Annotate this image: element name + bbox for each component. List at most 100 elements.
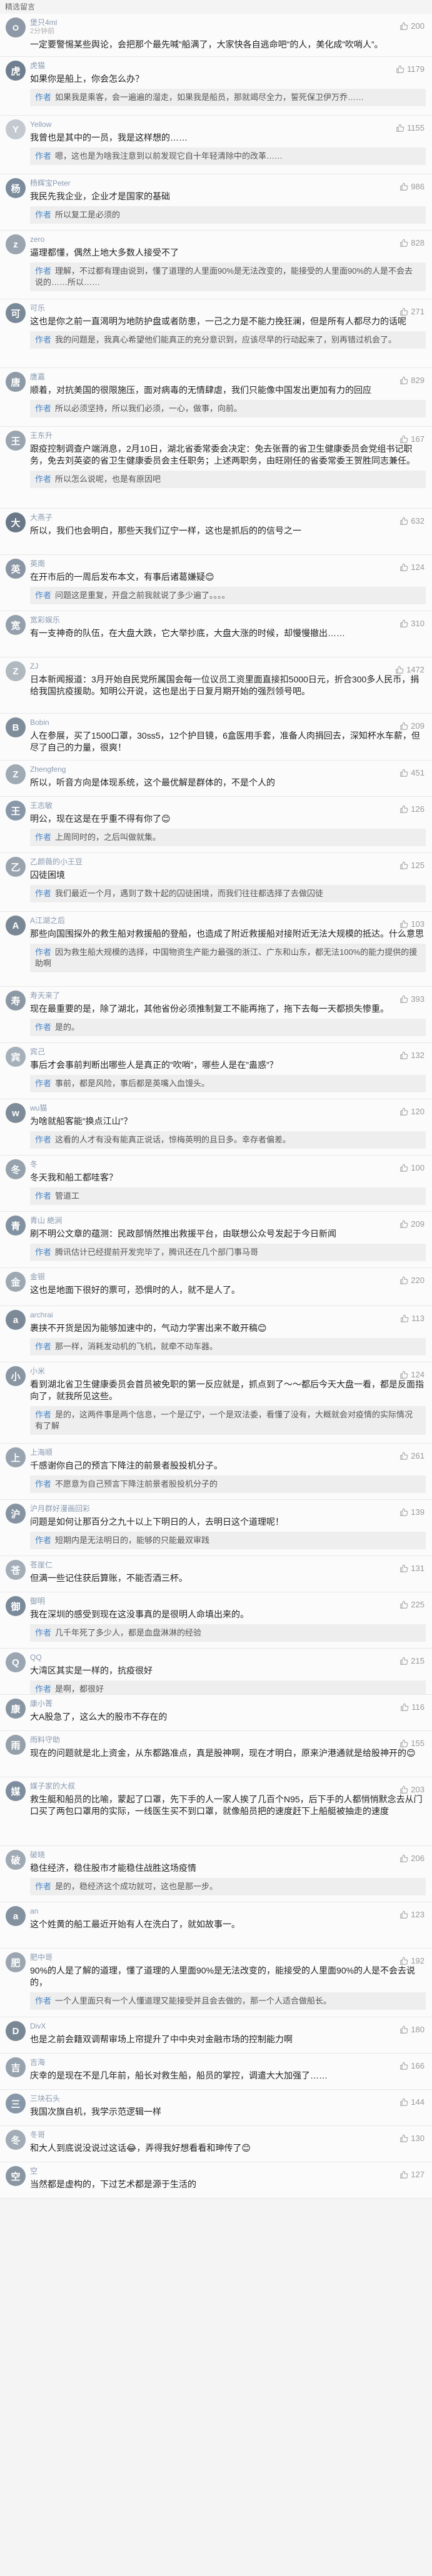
like-button[interactable]: 167 <box>399 434 424 444</box>
avatar[interactable]: 虎 <box>6 61 26 81</box>
comment-username[interactable]: Zhengfeng <box>30 765 426 774</box>
avatar[interactable]: 王 <box>6 431 26 451</box>
comment-username[interactable]: 上海顺 <box>30 1448 426 1457</box>
like-button[interactable]: 126 <box>399 804 424 814</box>
avatar[interactable]: A <box>6 916 26 936</box>
like-button[interactable]: 192 <box>399 1956 424 1965</box>
avatar[interactable]: Z <box>6 764 26 784</box>
avatar[interactable]: 雨 <box>6 1735 26 1755</box>
avatar[interactable]: ㅇ <box>6 17 26 37</box>
comment-username[interactable]: 康小菁 <box>30 1699 426 1708</box>
avatar[interactable]: 王 <box>6 801 26 821</box>
like-button[interactable]: 632 <box>399 516 424 526</box>
avatar[interactable]: 媒 <box>6 1781 26 1801</box>
avatar[interactable]: 寿 <box>6 991 26 1011</box>
avatar[interactable]: 冬 <box>6 2130 26 2150</box>
like-button[interactable]: 132 <box>399 1051 424 1060</box>
like-button[interactable]: 124 <box>399 1370 424 1379</box>
comment-username[interactable]: 宽彩娱乐 <box>30 616 426 624</box>
avatar[interactable]: 英 <box>6 559 26 579</box>
like-button[interactable]: 123 <box>399 1910 424 1919</box>
avatar[interactable]: 御 <box>6 1596 26 1616</box>
avatar[interactable]: 乙 <box>6 857 26 877</box>
avatar[interactable]: 唐 <box>6 372 26 392</box>
avatar[interactable]: 宽 <box>6 615 26 635</box>
comment-username[interactable]: A江湖之后 <box>30 916 426 925</box>
like-button[interactable]: 215 <box>399 1656 424 1665</box>
avatar[interactable]: 破 <box>6 1850 26 1870</box>
comment-username[interactable]: 肥中哥 <box>30 1953 426 1962</box>
avatar[interactable]: 空 <box>6 2166 26 2186</box>
comment-username[interactable]: 虎猫 <box>30 61 426 70</box>
comment-username[interactable]: 御明 <box>30 1597 426 1605</box>
comment-username[interactable]: 冬哥 <box>30 2130 426 2139</box>
comment-username[interactable]: QQ <box>30 1653 426 1662</box>
comment-username[interactable]: ZJ <box>30 662 426 671</box>
like-button[interactable]: 271 <box>399 307 424 316</box>
avatar[interactable]: 青 <box>6 1216 26 1236</box>
like-button[interactable]: 144 <box>399 2097 424 2107</box>
comment-username[interactable]: DivX <box>30 2022 426 2030</box>
comment-username[interactable]: archrai <box>30 1310 426 1319</box>
avatar[interactable]: 苍 <box>6 1560 26 1580</box>
comment-username[interactable]: 沪月群好漫画回彩 <box>30 1504 426 1513</box>
like-button[interactable]: 155 <box>399 1739 424 1748</box>
comment-username[interactable]: 宾己 <box>30 1047 426 1056</box>
avatar[interactable]: 宾 <box>6 1047 26 1067</box>
like-button[interactable]: 986 <box>399 182 424 191</box>
like-button[interactable]: 1155 <box>396 123 424 132</box>
comment-username[interactable]: 冬 <box>30 1160 426 1169</box>
avatar[interactable]: 大 <box>6 512 26 532</box>
comment-username[interactable]: 英南 <box>30 559 426 568</box>
like-button[interactable]: 393 <box>399 994 424 1004</box>
like-button[interactable]: 206 <box>399 1854 424 1863</box>
comment-username[interactable]: 媒子家的大叔 <box>30 1782 426 1790</box>
comment-username[interactable]: zero <box>30 235 426 244</box>
avatar[interactable]: Q <box>6 1652 26 1672</box>
comment-username[interactable]: 大燕子 <box>30 513 426 522</box>
comment-username[interactable]: 破晓 <box>30 1850 426 1859</box>
like-button[interactable]: 310 <box>399 619 424 628</box>
like-button[interactable]: 127 <box>399 2170 424 2179</box>
like-button[interactable]: 220 <box>399 1276 424 1285</box>
like-button[interactable]: 100 <box>399 1163 424 1172</box>
like-button[interactable]: 120 <box>399 1107 424 1116</box>
avatar[interactable]: 三 <box>6 2094 26 2114</box>
like-button[interactable]: 451 <box>399 768 424 777</box>
avatar[interactable]: a <box>6 1906 26 1926</box>
comment-username[interactable]: an <box>30 1907 426 1915</box>
comment-username[interactable]: 吉海 <box>30 2058 426 2067</box>
comment-username[interactable]: 寿天来了 <box>30 991 426 1000</box>
comment-username[interactable]: 三块石头 <box>30 2094 426 2103</box>
avatar[interactable]: 上 <box>6 1447 26 1467</box>
like-button[interactable]: 209 <box>399 1219 424 1229</box>
avatar[interactable]: 沪 <box>6 1504 26 1524</box>
avatar[interactable]: B <box>6 717 26 737</box>
like-button[interactable]: 103 <box>399 919 424 929</box>
comment-username[interactable]: 小米 <box>30 1367 426 1375</box>
like-button[interactable]: 209 <box>399 721 424 731</box>
comment-username[interactable]: Yellow <box>30 120 426 129</box>
avatar[interactable]: 康 <box>6 1699 26 1719</box>
like-button[interactable]: 130 <box>399 2134 424 2143</box>
comment-username[interactable]: 青山 絶涧 <box>30 1216 426 1225</box>
comment-username[interactable]: 空 <box>30 2167 426 2175</box>
comment-username[interactable]: 乙颜薇的小王豆 <box>30 857 426 866</box>
comment-username[interactable]: wu猫 <box>30 1104 426 1112</box>
like-button[interactable]: 139 <box>399 1507 424 1517</box>
like-button[interactable]: 261 <box>399 1451 424 1460</box>
avatar[interactable]: z <box>6 234 26 254</box>
comment-username[interactable]: 金银 <box>30 1272 426 1281</box>
avatar[interactable]: 吉 <box>6 2057 26 2077</box>
like-button[interactable]: 116 <box>400 1702 424 1712</box>
avatar[interactable]: Z <box>6 661 26 681</box>
avatar[interactable]: 小 <box>6 1366 26 1386</box>
comment-username[interactable]: 可乐 <box>30 304 426 312</box>
like-button[interactable]: 125 <box>399 861 424 870</box>
comment-username[interactable]: 唐嘉 <box>30 372 426 381</box>
like-button[interactable]: 1179 <box>396 64 424 74</box>
comment-username[interactable]: 苍崖仁 <box>30 1560 426 1569</box>
avatar[interactable]: 杨 <box>6 178 26 198</box>
like-button[interactable]: 200 <box>399 21 424 31</box>
comment-username[interactable]: 王东升 <box>30 431 426 440</box>
